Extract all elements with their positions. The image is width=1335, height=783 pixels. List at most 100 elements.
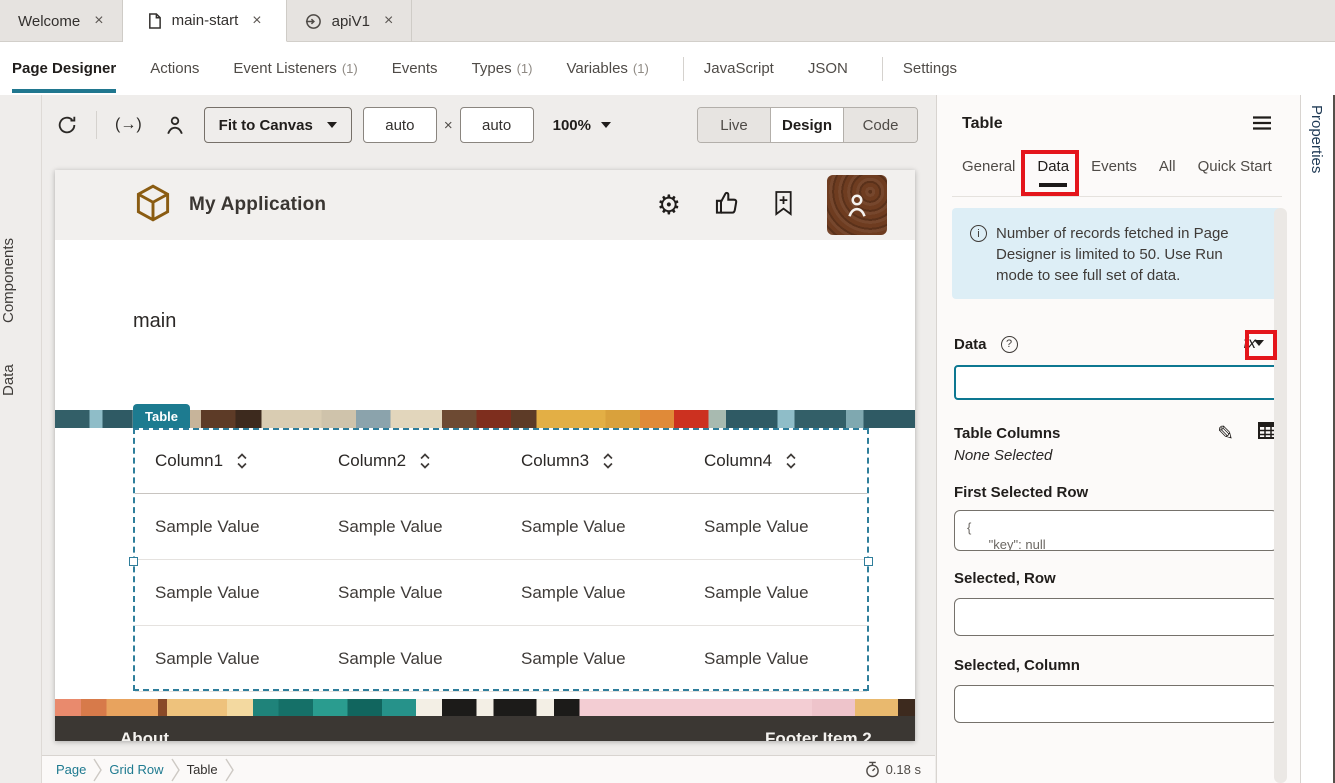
selected-column-label: Selected, Column (954, 657, 1080, 674)
chevron-down-icon (601, 122, 611, 128)
selected-row-label: Selected, Row (954, 570, 1056, 587)
design-canvas: My Application ⚙ main Table Column1 Colu… (55, 170, 915, 741)
nav-javascript[interactable]: JavaScript (704, 42, 774, 95)
canvas-width-input[interactable] (363, 107, 437, 143)
footer-item-2: Footer Item 2 (765, 729, 872, 741)
table-columns-value: None Selected (954, 447, 1052, 464)
table-selection-badge: Table (133, 404, 190, 428)
panel-tab-general[interactable]: General (962, 158, 1015, 187)
properties-rail[interactable]: Properties (1300, 95, 1333, 783)
stopwatch-icon (865, 761, 880, 778)
mode-switcher: Live Design Code (697, 107, 918, 143)
edit-pencil-icon[interactable]: ✎ (1217, 421, 1234, 445)
breadcrumb-table[interactable]: Table (187, 762, 218, 777)
selected-column-field[interactable] (954, 685, 1278, 723)
chevron-down-icon (327, 122, 337, 128)
event-listeners-count: (1) (342, 61, 358, 76)
table-columns-label: Table Columns (954, 425, 1060, 442)
panel-divider (952, 196, 1282, 197)
footer-item-about: About (120, 729, 169, 741)
data-input[interactable] (954, 365, 1278, 400)
gear-icon[interactable]: ⚙ (657, 190, 681, 221)
designer-nav: Page Designer Actions Event Listeners(1)… (0, 42, 1335, 95)
variables-count: (1) (633, 61, 649, 76)
decorative-banner-bottom (55, 699, 915, 716)
render-timer: 0.18 s (865, 761, 921, 778)
nav-event-listeners[interactable]: Event Listeners(1) (233, 42, 357, 95)
user-switcher-icon[interactable] (164, 113, 186, 137)
document-icon (147, 12, 162, 30)
info-message-text: Number of records fetched in Page Design… (996, 223, 1264, 299)
nav-types[interactable]: Types(1) (472, 42, 533, 95)
zoom-level-select[interactable]: 100% (553, 117, 611, 134)
fit-to-canvas-select[interactable]: Fit to Canvas (204, 107, 352, 143)
selected-row-field[interactable] (954, 598, 1278, 636)
rail-tab-structure[interactable]: Structure (0, 775, 42, 783)
types-count: (1) (517, 61, 533, 76)
refresh-icon[interactable] (56, 114, 78, 136)
panel-title: Table (962, 115, 1003, 133)
nav-actions[interactable]: Actions (150, 42, 199, 95)
nav-json[interactable]: JSON (808, 42, 848, 95)
resize-handle-right[interactable] (864, 557, 873, 566)
table-columns-row: Table Columns ✎ (954, 421, 1278, 445)
panel-tabs: General Data Events All Quick Start (962, 158, 1272, 187)
chevron-down-icon (1254, 340, 1264, 346)
tab-main-start[interactable]: main-start × (123, 0, 287, 42)
panel-tab-quick-start[interactable]: Quick Start (1198, 158, 1272, 187)
nav-divider (683, 57, 684, 81)
first-selected-row-field[interactable]: { "key": null (954, 510, 1278, 551)
left-rail: Components Data Structure (0, 95, 42, 783)
tab-apiv1-close-icon[interactable]: × (384, 12, 393, 30)
info-message-box: i Number of records fetched in Page Desi… (952, 208, 1282, 299)
nav-settings[interactable]: Settings (903, 42, 957, 95)
data-field-row: Data ? fx (954, 335, 1280, 353)
tab-welcome-close-icon[interactable]: × (94, 12, 103, 30)
breadcrumb-separator-icon (225, 758, 234, 782)
app-logo-cube-icon (135, 184, 171, 227)
bookmark-add-icon[interactable] (772, 189, 795, 222)
resize-handle-left[interactable] (129, 557, 138, 566)
nav-page-designer[interactable]: Page Designer (12, 42, 116, 95)
avatar[interactable] (827, 175, 887, 235)
navigate-flow-icon[interactable]: (→) (115, 116, 142, 134)
tab-main-start-label: main-start (172, 12, 239, 29)
breadcrumb-separator-icon (171, 758, 180, 782)
tab-apiv1[interactable]: apiV1 × (287, 0, 413, 42)
mode-code-button[interactable]: Code (844, 108, 917, 142)
mode-live-button[interactable]: Live (698, 108, 771, 142)
tab-apiv1-label: apiV1 (332, 13, 370, 30)
page-heading: main (133, 310, 176, 333)
help-icon[interactable]: ? (1001, 336, 1018, 353)
tab-main-start-close-icon[interactable]: × (252, 12, 261, 30)
panel-menu-icon[interactable] (1252, 115, 1272, 136)
panel-tab-events[interactable]: Events (1091, 158, 1137, 187)
app-header: My Application ⚙ (55, 170, 915, 240)
rail-tab-components[interactable]: Components (0, 215, 42, 345)
thumbs-up-icon[interactable] (713, 189, 740, 221)
breadcrumb-page[interactable]: Page (56, 762, 86, 777)
table-selection-outline[interactable] (133, 428, 869, 691)
info-icon: i (970, 225, 987, 242)
tab-welcome-label: Welcome (18, 13, 80, 30)
status-bar: Page Grid Row Table 0.18 s (42, 755, 935, 783)
data-field-label: Data (954, 336, 987, 353)
properties-rail-label: Properties (1308, 105, 1325, 173)
panel-tab-data[interactable]: Data (1037, 158, 1069, 187)
mode-design-button[interactable]: Design (771, 108, 844, 142)
toolbar-divider (96, 111, 97, 139)
canvas-toolbar: (→) Fit to Canvas × 100% Live Design Cod… (42, 95, 935, 155)
nav-events[interactable]: Events (392, 42, 438, 95)
rail-tab-data[interactable]: Data (0, 350, 42, 410)
panel-scrollbar[interactable] (1274, 208, 1287, 783)
panel-tab-all[interactable]: All (1159, 158, 1176, 187)
app-title: My Application (189, 194, 326, 216)
canvas-height-input[interactable] (460, 107, 534, 143)
breadcrumb-grid-row[interactable]: Grid Row (109, 762, 163, 777)
properties-panel: Table General Data Events All Quick Star… (936, 95, 1300, 783)
tab-welcome[interactable]: Welcome × (0, 0, 123, 42)
data-dropdown-button[interactable] (1246, 331, 1272, 355)
nav-divider (882, 57, 883, 81)
nav-variables[interactable]: Variables(1) (566, 42, 648, 95)
canvas-footer: About Footer Item 2 (55, 716, 915, 741)
